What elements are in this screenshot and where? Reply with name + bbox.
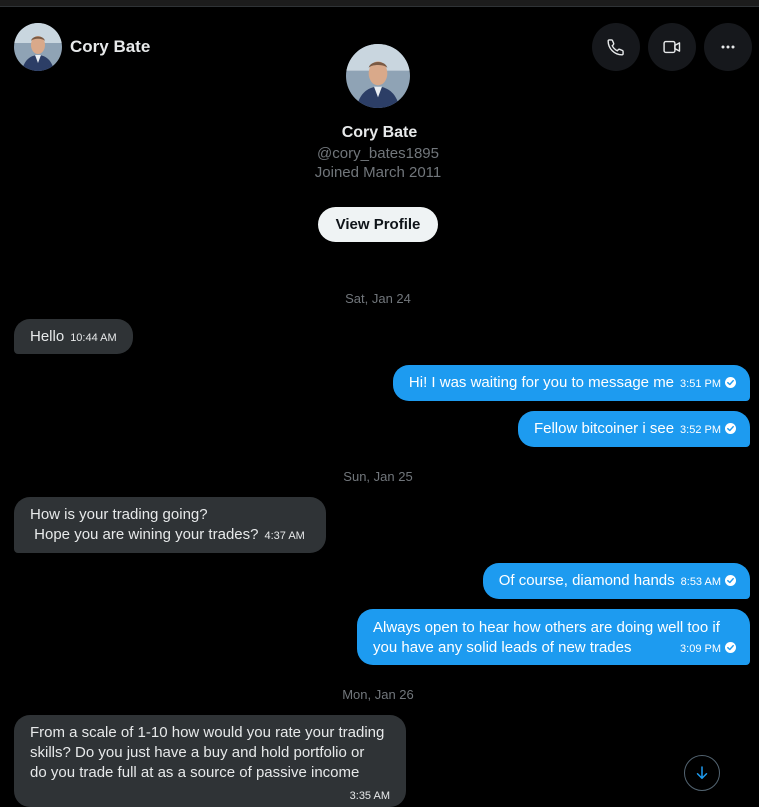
- view-profile-button[interactable]: View Profile: [318, 207, 438, 242]
- video-icon: [663, 40, 681, 54]
- message-time: 3:51 PM: [680, 378, 721, 390]
- message-text-line: skills? Do you just have a buy and hold …: [30, 744, 365, 761]
- phone-icon: [607, 39, 624, 56]
- message-received[interactable]: How is your trading going? Hope you are …: [14, 497, 326, 553]
- seen-check-icon: [725, 642, 736, 653]
- avatar-photo: [14, 23, 62, 71]
- message-text-line: you have any solid leads of new trades: [373, 639, 632, 656]
- message-received[interactable]: From a scale of 1-10 how would you rate …: [14, 715, 406, 807]
- message-time: 3:09 PM: [680, 643, 721, 655]
- seen-check-icon: [725, 377, 736, 388]
- more-options-button[interactable]: [704, 23, 752, 71]
- profile-joined-date: Joined March 2011: [314, 164, 442, 181]
- message-time: 4:37 AM: [264, 530, 305, 542]
- message-text-line: do you trade full at as a source of pass…: [30, 764, 360, 781]
- date-separator: Sat, Jan 24: [345, 291, 411, 306]
- message-text-line: How is your trading going?: [30, 506, 208, 523]
- scroll-to-bottom-button[interactable]: [684, 755, 720, 791]
- date-separator: Sun, Jan 25: [343, 469, 413, 484]
- message-time: 3:52 PM: [680, 424, 721, 436]
- message-sent[interactable]: Always open to hear how others are doing…: [357, 609, 750, 665]
- header-name: Cory Bate: [70, 37, 151, 56]
- avatar-photo: [346, 44, 410, 108]
- more-icon: [721, 45, 735, 49]
- profile-handle: @cory_bates1895: [317, 145, 439, 162]
- seen-check-icon: [725, 575, 736, 586]
- message-text-line: Hope you are wining your trades?: [30, 526, 259, 543]
- message-text: Of course, diamond hands: [498, 572, 675, 589]
- message-sent[interactable]: Hi! I was waiting for you to message me 3…: [392, 365, 750, 401]
- window-top-bar: [0, 0, 759, 7]
- message-time: 10:44 AM: [70, 332, 117, 344]
- video-call-button[interactable]: [648, 23, 696, 71]
- seen-check-icon: [725, 423, 736, 434]
- call-button[interactable]: [592, 23, 640, 71]
- message-time: 8:53 AM: [680, 576, 721, 588]
- message-received[interactable]: Hello 10:44 AM: [14, 319, 133, 354]
- message-sent[interactable]: Fellow bitcoiner i see 3:52 PM: [517, 411, 750, 447]
- message-text: Fellow bitcoiner i see: [533, 420, 675, 437]
- message-text: Hello: [30, 328, 65, 345]
- message-text: Hi! I was waiting for you to message me: [408, 374, 675, 391]
- message-text-line: Always open to hear how others are doing…: [373, 619, 720, 636]
- message-time: 3:35 AM: [349, 790, 390, 802]
- message-text-line: From a scale of 1-10 how would you rate …: [30, 724, 385, 741]
- header-avatar[interactable]: [14, 23, 62, 71]
- arrow-down-icon: [696, 766, 708, 779]
- profile-name: Cory Bate: [341, 124, 418, 141]
- date-separator: Mon, Jan 26: [342, 687, 414, 702]
- profile-avatar[interactable]: [346, 44, 410, 108]
- message-sent[interactable]: Of course, diamond hands 8:53 AM: [482, 563, 750, 599]
